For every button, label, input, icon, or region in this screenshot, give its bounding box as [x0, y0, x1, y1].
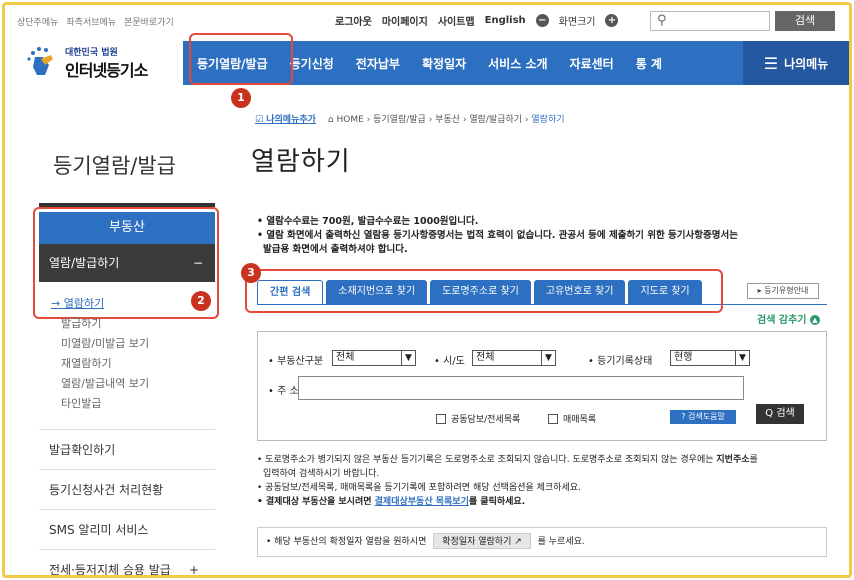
breadcrumb-current: 열람하기: [531, 115, 565, 125]
fixed-date-box: • 해당 부동산의 확정일자 열람을 원하시면 확정일자 열람하기 ↗ 를 누르…: [257, 527, 827, 557]
side-title: 등기열람/발급: [53, 154, 176, 178]
gnb-data-center[interactable]: 자료센터: [559, 55, 625, 72]
add-my-menu-link[interactable]: ☑ 나의메뉴추가: [255, 112, 316, 125]
sido-label: • 시/도: [434, 356, 465, 367]
record-status-label: • 등기기록상태: [588, 356, 653, 367]
record-status-select[interactable]: 현행 ▼: [670, 350, 750, 366]
skip-links: 상단주메뉴 좌측서브메뉴 본문바로가기: [17, 15, 174, 28]
joint-collateral-checkbox[interactable]: 공동담보/전세목록: [436, 412, 520, 425]
my-menu-button[interactable]: ☰ 나의메뉴: [743, 41, 849, 85]
side-sub-unviewed[interactable]: 미열람/미발급 보기: [51, 334, 211, 354]
utility-bar: 상단주메뉴 좌측서브메뉴 본문바로가기 로그아웃 마이페이지 사이트맵 Engl…: [5, 5, 849, 39]
step-badge-1: 1: [231, 88, 251, 108]
side-sub-menu: → 열람하기 발급하기 미열람/미발급 보기 재열람하기 열람/발급내역 보기 …: [51, 294, 211, 414]
dropdown-arrow-icon: ▼: [735, 351, 749, 365]
my-menu-label: 나의메뉴: [784, 56, 829, 71]
mypage-link[interactable]: 마이페이지: [382, 13, 428, 28]
dropdown-arrow-icon: ▼: [401, 351, 415, 365]
arrow-up-icon: ▲: [809, 315, 820, 325]
side-menu-sms[interactable]: SMS 알리미 서비스: [39, 509, 215, 549]
side-menu-more[interactable]: 전세·등저지체 승용 발급 +: [39, 549, 215, 575]
breadcrumb-home[interactable]: HOME: [336, 115, 363, 125]
property-type-label: • 부동산구분: [268, 356, 324, 367]
fee-notes: • 열람수수료는 700원, 발급수수료는 1000원입니다. • 열람 화면에…: [257, 216, 738, 255]
side-sub-review[interactable]: 재열람하기: [51, 354, 211, 374]
highlight-box-1: [189, 33, 293, 85]
hide-search-toggle[interactable]: 검색 감추기 ▲: [757, 311, 820, 326]
page-title: 열람하기: [251, 147, 351, 177]
breadcrumb: ☑ 나의메뉴추가 ⌂ HOME › 등기열람/발급 › 부동산 › 열람/발급하…: [255, 112, 565, 125]
search-notes: • 도로명주소가 병기되지 않은 부동산 등기기록은 도로명주소로 조회되지 않…: [257, 455, 758, 507]
zoom-out-icon[interactable]: −: [535, 14, 549, 27]
gnb-fixed-date[interactable]: 확정일자: [411, 55, 477, 72]
address-label: • 주 소: [268, 386, 299, 397]
breadcrumb-realestate[interactable]: 부동산: [435, 115, 460, 125]
skip-link-gnb[interactable]: 상단주메뉴: [17, 15, 58, 28]
site-search-input[interactable]: ⚲: [650, 11, 770, 31]
property-type-select[interactable]: 전체 ▼: [332, 350, 416, 366]
side-menu-case-status[interactable]: 등기신청사건 처리현황: [39, 469, 215, 509]
address-input[interactable]: [298, 376, 744, 400]
step-badge-3: 3: [241, 263, 261, 283]
search-help-button[interactable]: ? 검색도움말: [670, 410, 736, 424]
fixed-date-view-button[interactable]: 확정일자 열람하기 ↗: [433, 533, 531, 549]
registry-type-guide-button[interactable]: ▸ 등기유형안내: [747, 283, 819, 299]
search-form: • 부동산구분 전체 ▼ • 시/도 전체 ▼ • 등기기록상태 현행 ▼ • …: [257, 331, 827, 441]
search-submit-button[interactable]: Q 검색: [756, 404, 804, 424]
court-logo-icon: [27, 47, 53, 75]
breadcrumb-view-issue[interactable]: 등기열람/발급: [373, 115, 426, 125]
sitemap-link[interactable]: 사이트맵: [438, 13, 475, 28]
skip-link-lnb[interactable]: 좌측서브메뉴: [66, 15, 116, 28]
dropdown-arrow-icon: ▼: [541, 351, 555, 365]
logo-title: 인터넷등기소: [65, 61, 148, 80]
english-link[interactable]: English: [485, 15, 526, 26]
sido-select[interactable]: 전체 ▼: [472, 350, 556, 366]
side-sub-history[interactable]: 열람/발급내역 보기: [51, 374, 211, 394]
gnb-service[interactable]: 서비스 소개: [477, 55, 558, 72]
highlight-box-3: [245, 269, 723, 313]
checkbox-icon: [436, 413, 446, 424]
zoom-label: 화면크기: [558, 17, 596, 28]
expand-icon[interactable]: +: [189, 550, 199, 575]
search-icon: ⚲: [657, 13, 667, 28]
zoom-in-icon[interactable]: +: [605, 14, 619, 27]
skip-link-content[interactable]: 본문바로가기: [124, 15, 174, 28]
home-icon: ⌂: [327, 115, 334, 125]
side-sub-issue[interactable]: 발급하기: [51, 314, 211, 334]
side-sub-view[interactable]: → 열람하기: [51, 294, 211, 314]
gnb-statistics[interactable]: 통 계: [625, 55, 673, 72]
site-logo[interactable]: 대한민국 법원 인터넷등기소: [23, 43, 163, 80]
browser-frame: 상단주메뉴 좌측서브메뉴 본문바로가기 로그아웃 마이페이지 사이트맵 Engl…: [2, 2, 852, 578]
sale-list-checkbox[interactable]: 매매목록: [548, 412, 596, 425]
side-sub-other[interactable]: 타인발급: [51, 394, 211, 414]
payment-target-list-link[interactable]: 결제대상부동산 목록보기: [375, 497, 469, 507]
side-menu-issue-check[interactable]: 발급확인하기: [39, 429, 215, 469]
gnb-payment[interactable]: 전자납부: [345, 55, 411, 72]
checkbox-icon: [548, 413, 558, 424]
site-search-button[interactable]: 검색: [775, 11, 835, 31]
utility-links: 로그아웃 마이페이지 사이트맵 English − 화면크기 +: [335, 13, 619, 28]
breadcrumb-view-issue-do[interactable]: 열람/발급하기: [469, 115, 522, 125]
hamburger-icon: ☰: [763, 53, 779, 73]
logout-link[interactable]: 로그아웃: [335, 13, 372, 28]
breadcrumb-path: ⌂ HOME › 등기열람/발급 › 부동산 › 열람/발급하기 › 열람하기: [327, 115, 565, 125]
